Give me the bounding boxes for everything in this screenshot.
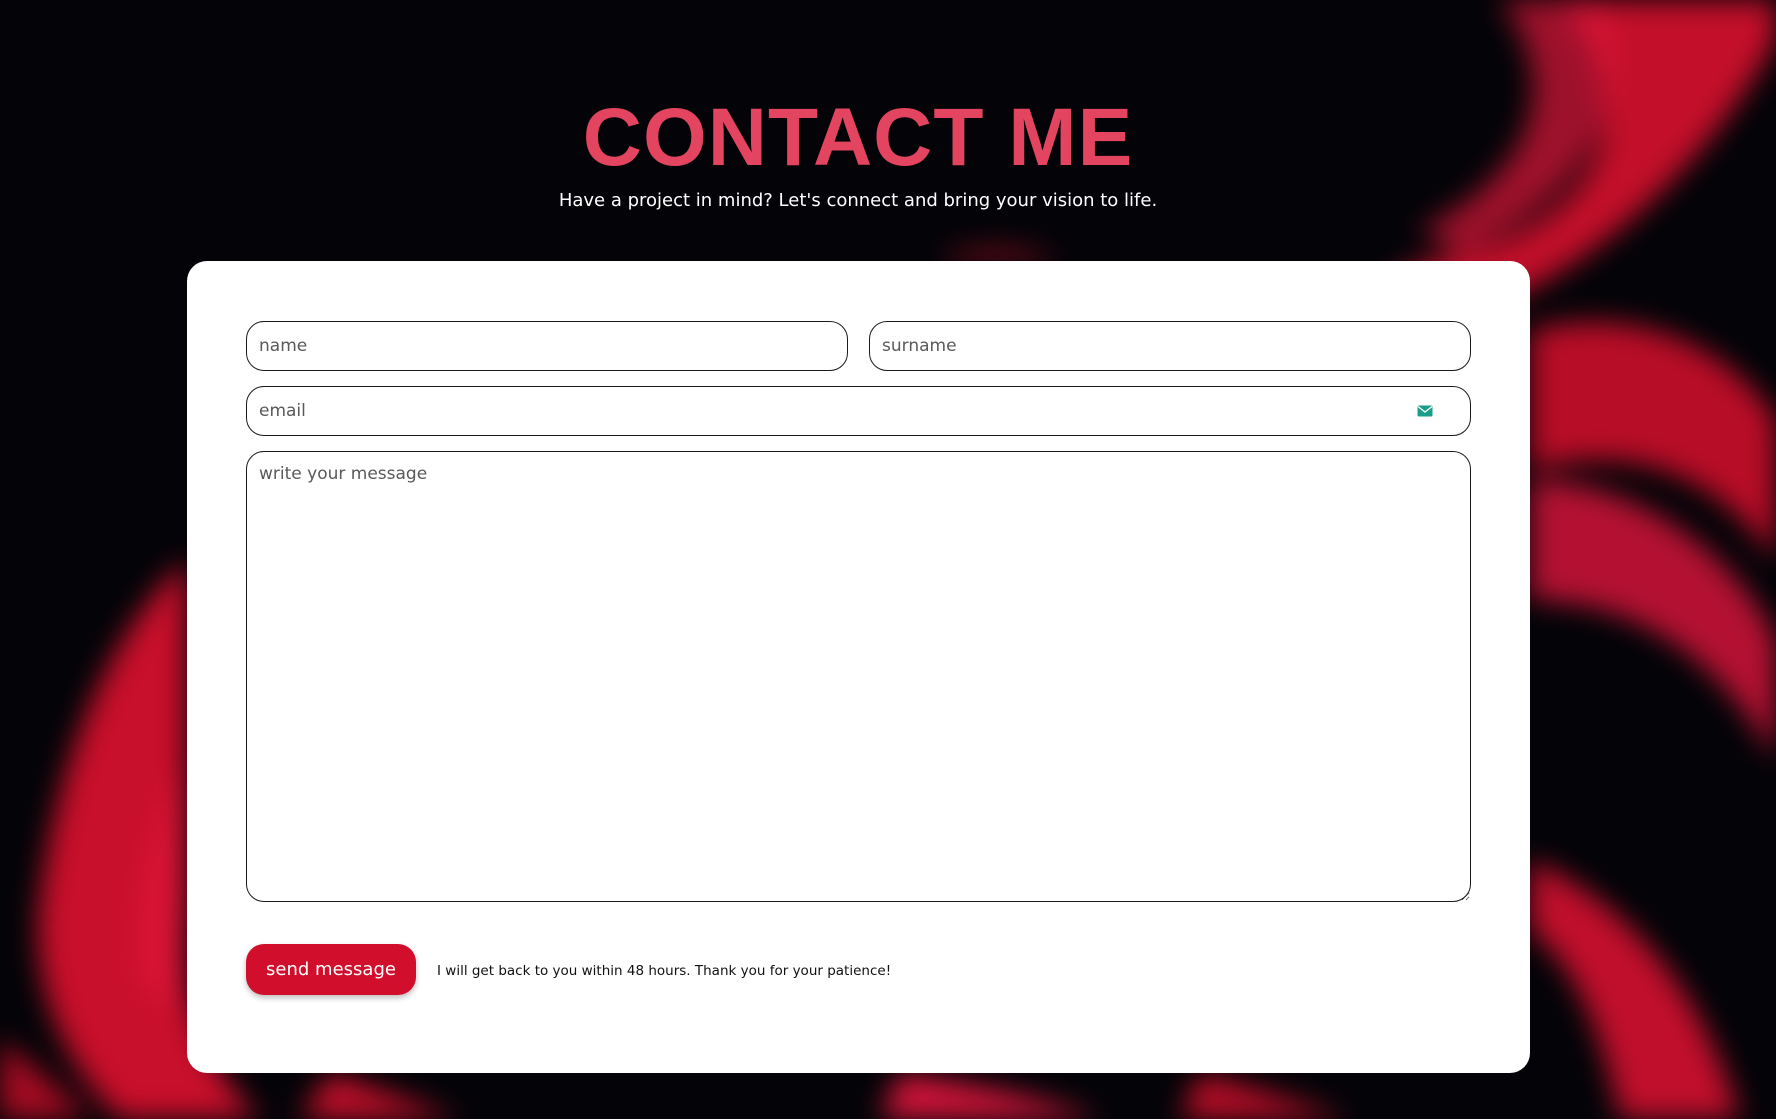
surname-input[interactable] — [869, 321, 1471, 371]
page: CONTACT ME Have a project in mind? Let's… — [0, 0, 1776, 1119]
contact-form-card: send message I will get back to you with… — [187, 261, 1530, 1073]
email-input[interactable] — [246, 386, 1471, 436]
send-message-button[interactable]: send message — [246, 944, 416, 995]
name-input[interactable] — [246, 321, 848, 371]
message-textarea[interactable] — [246, 451, 1471, 902]
mail-icon — [1417, 405, 1433, 417]
response-time-note: I will get back to you within 48 hours. … — [437, 963, 892, 979]
page-title: CONTACT ME — [582, 92, 1134, 183]
page-subtitle: Have a project in mind? Let's connect an… — [558, 190, 1158, 211]
